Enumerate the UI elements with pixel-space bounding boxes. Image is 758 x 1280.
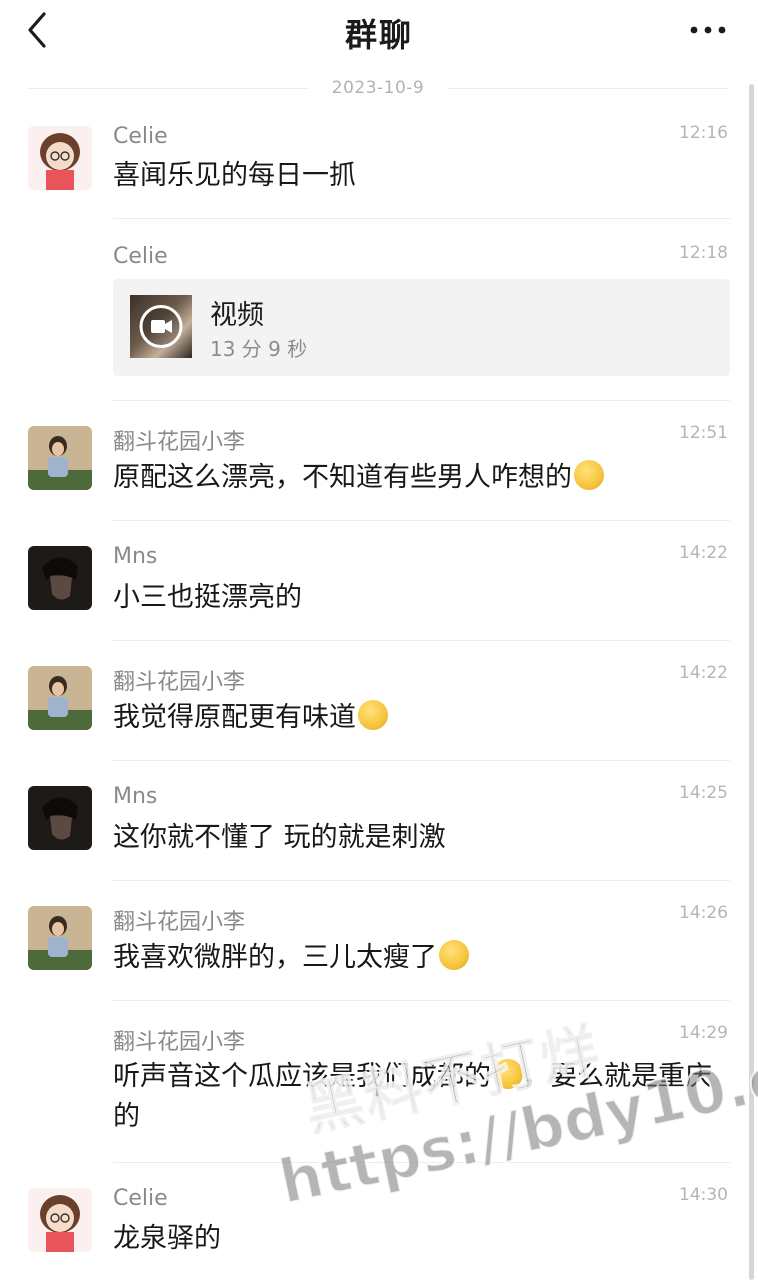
message-text[interactable]: 听声音这个瓜应该是我们成都的 ，要么就是重庆的	[113, 1057, 728, 1137]
message-separator	[113, 640, 730, 641]
sender-name: Mns	[113, 784, 158, 809]
emoji-icon	[493, 1059, 523, 1089]
message-time: 14:30	[679, 1185, 728, 1205]
sender-name: Celie	[113, 244, 168, 269]
avatar[interactable]	[28, 426, 92, 490]
video-duration: 13 分 9 秒	[210, 337, 308, 361]
message-text[interactable]: 龙泉驿的	[113, 1219, 221, 1259]
avatar[interactable]	[28, 906, 92, 970]
sender-name: Celie	[113, 1186, 168, 1211]
sender-name: 翻斗花园小李	[113, 910, 246, 935]
chat-header: 群聊	[0, 0, 758, 62]
avatar[interactable]	[28, 786, 92, 850]
avatar-anime-man-icon	[28, 786, 92, 850]
sender-name: Mns	[113, 544, 158, 569]
avatar-photo-icon	[28, 906, 92, 970]
message-separator	[113, 400, 730, 401]
grin-emoji-icon	[358, 700, 388, 730]
video-message-card[interactable]: 视频 13 分 9 秒	[113, 279, 730, 376]
message-separator	[113, 760, 730, 761]
message-time: 12:51	[679, 423, 728, 443]
video-camera-icon	[139, 305, 183, 348]
more-dots-icon	[690, 26, 726, 34]
message-time: 14:26	[679, 903, 728, 923]
avatar-photo-icon	[28, 426, 92, 490]
message-separator	[113, 880, 730, 881]
thinking-emoji-icon	[439, 940, 469, 970]
scrollbar[interactable]	[749, 84, 754, 1280]
message-separator	[113, 218, 730, 219]
message-separator	[113, 1000, 730, 1001]
divider-line	[448, 88, 728, 89]
message-time: 14:22	[679, 663, 728, 683]
message-time: 12:16	[679, 123, 728, 143]
date-divider: 2023-10-9	[28, 76, 728, 102]
message-text-content: 听声音这个瓜应该是我们成都的	[113, 1061, 491, 1092]
sender-name: Celie	[113, 124, 168, 149]
message-time: 12:18	[679, 243, 728, 263]
message-separator	[113, 520, 730, 521]
message-text[interactable]: 小三也挺漂亮的	[113, 578, 302, 618]
message-text-content: 我觉得原配更有味道	[113, 702, 356, 733]
message-text[interactable]: 我觉得原配更有味道	[113, 698, 388, 738]
avatar-girl-cartoon-icon	[28, 126, 92, 190]
message-time: 14:22	[679, 543, 728, 563]
avatar-anime-man-icon	[28, 546, 92, 610]
message-text[interactable]: 喜闻乐见的每日一抓	[113, 156, 356, 196]
avatar[interactable]	[28, 546, 92, 610]
avatar[interactable]	[28, 126, 92, 190]
avatar[interactable]	[28, 1188, 92, 1252]
message-time: 14:29	[679, 1023, 728, 1043]
message-time: 14:25	[679, 783, 728, 803]
avatar-girl-cartoon-icon	[28, 1188, 92, 1252]
message-text-content: 原配这么漂亮，不知道有些男人咋想的	[113, 462, 572, 493]
message-text-content: 我喜欢微胖的，三儿太瘦了	[113, 942, 437, 973]
message-text[interactable]: 我喜欢微胖的，三儿太瘦了	[113, 938, 469, 978]
avatar-photo-icon	[28, 666, 92, 730]
emoji-icon	[574, 460, 604, 490]
video-title: 视频	[210, 300, 264, 331]
video-thumbnail	[130, 295, 192, 358]
message-text[interactable]: 原配这么漂亮，不知道有些男人咋想的	[113, 458, 604, 498]
message-separator	[113, 1162, 730, 1163]
avatar[interactable]	[28, 666, 92, 730]
more-button[interactable]	[688, 20, 728, 40]
message-text[interactable]: 这你就不懂了 玩的就是刺激	[113, 818, 446, 858]
page-title: 群聊	[344, 16, 413, 54]
sender-name: 翻斗花园小李	[113, 1030, 246, 1055]
sender-name: 翻斗花园小李	[113, 430, 246, 455]
sender-name: 翻斗花园小李	[113, 670, 246, 695]
